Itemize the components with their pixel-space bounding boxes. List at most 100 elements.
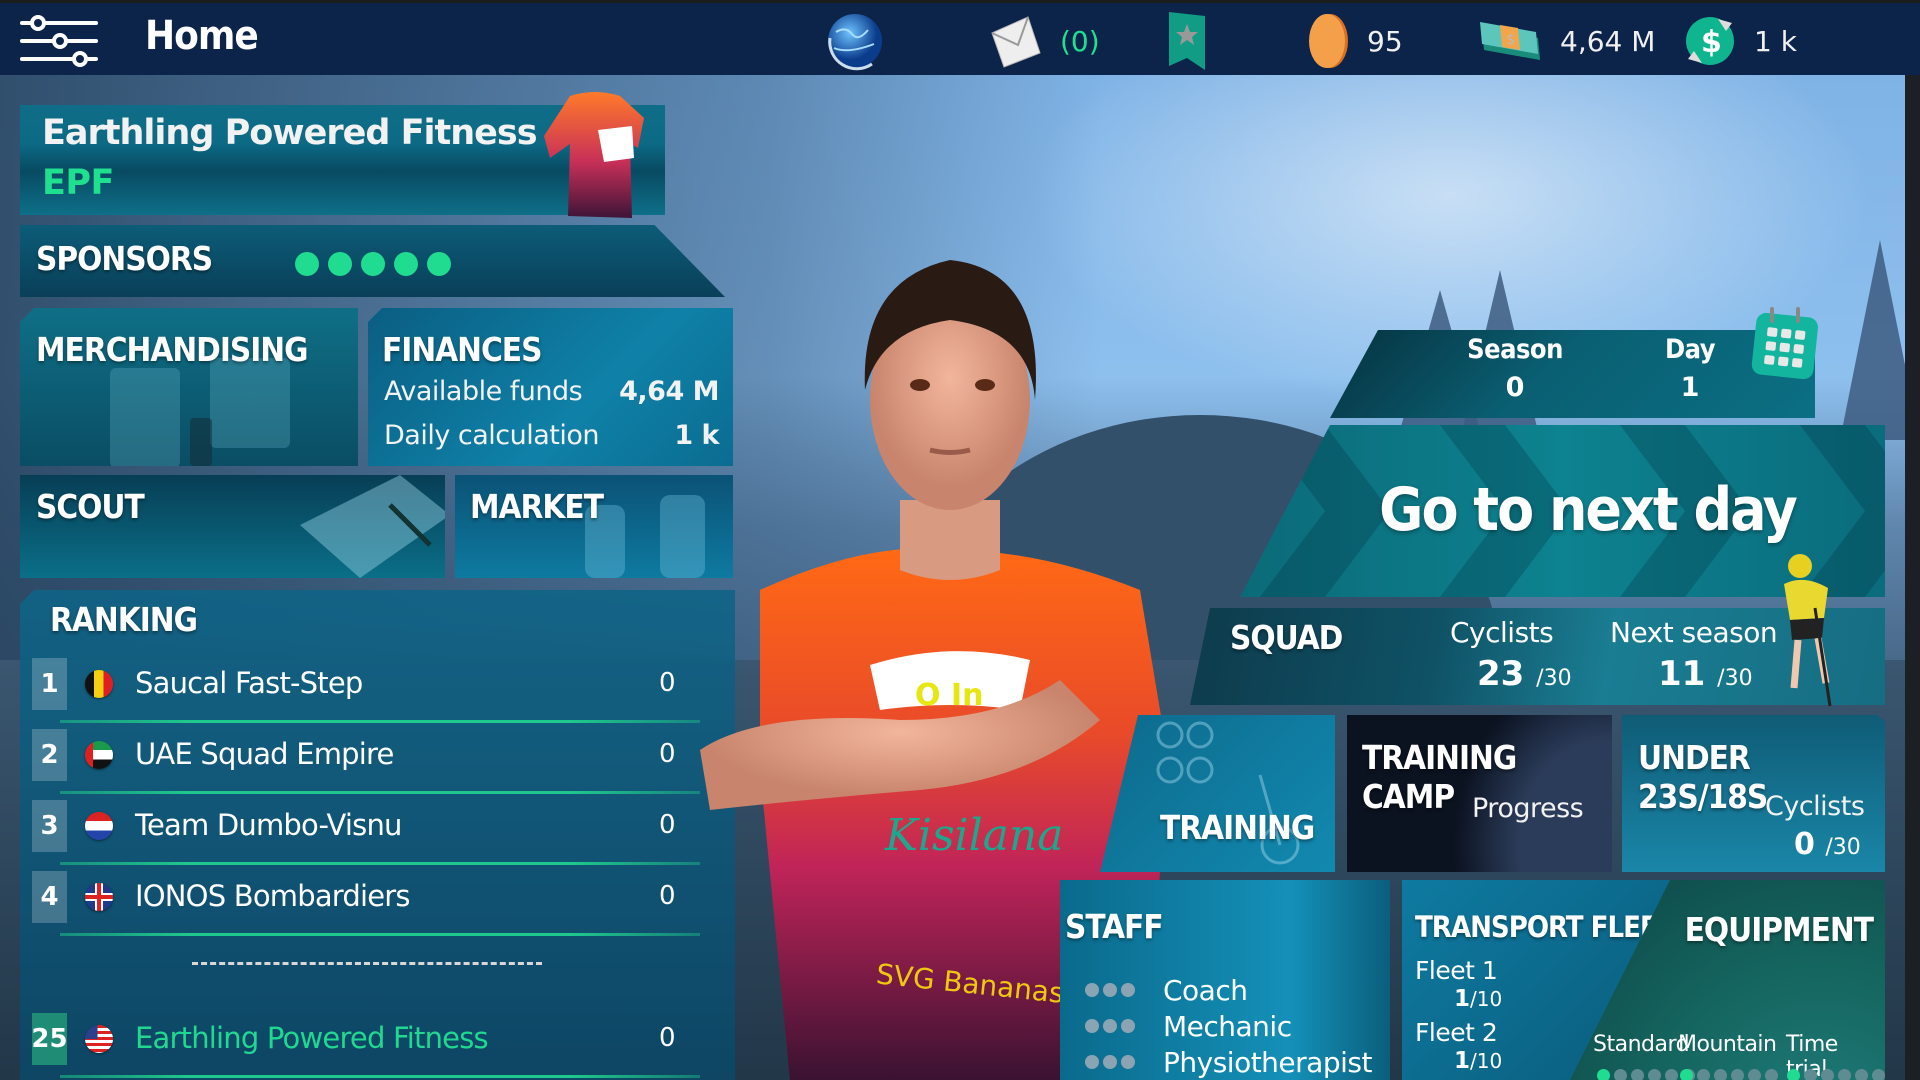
globe-icon xyxy=(828,14,882,71)
sponsor-rating-dot xyxy=(427,252,451,276)
own-team-ranking-row[interactable]: 25 Earthling Powered Fitness 0 xyxy=(31,1013,722,1067)
cyclist-image xyxy=(1784,554,1832,707)
training-camp-progress-label: Progress xyxy=(1472,793,1584,824)
funds-display[interactable]: $ 4,64 M xyxy=(1478,11,1655,71)
right-edge-strip xyxy=(1905,75,1920,1080)
funds-value: 4,64 M xyxy=(1560,24,1656,58)
ranking-panel[interactable]: RANKING 1 Saucal Fast-Step 0 2 UAE Squad… xyxy=(20,590,735,1080)
coins-display[interactable]: 95 xyxy=(1305,11,1403,71)
rank-number: 4 xyxy=(32,871,67,923)
cyclists-value: 23 xyxy=(1477,654,1525,694)
daily-income-display[interactable]: $ 1 k xyxy=(1682,11,1797,71)
staff-role: Mechanic xyxy=(1163,1009,1292,1043)
equipment-level-dot xyxy=(1714,1069,1727,1080)
globe-button[interactable] xyxy=(822,11,888,71)
daily-calculation-label: Daily calculation xyxy=(384,420,600,451)
staff-row-mechanic: Mechanic xyxy=(1085,1008,1292,1044)
market-panel[interactable]: MARKET xyxy=(455,475,733,578)
favorites-button[interactable] xyxy=(1165,11,1209,71)
fleet-1-max: /10 xyxy=(1470,987,1503,1011)
team-points: 0 xyxy=(659,881,676,911)
equipment-level-dot xyxy=(1731,1069,1744,1080)
team-name: IONOS Bombardiers xyxy=(135,879,411,913)
equipment-level-dot xyxy=(1838,1069,1851,1080)
menu-sliders-icon[interactable] xyxy=(20,15,98,67)
next-season-max: /30 xyxy=(1717,666,1753,691)
next-season-count: 11 /30 xyxy=(1658,654,1753,694)
staff-panel[interactable]: STAFF Coach Mechanic Physiotherapist xyxy=(1060,880,1390,1080)
day-value: 1 xyxy=(1680,372,1700,403)
team-points: 0 xyxy=(659,810,676,840)
own-rank-number: 25 xyxy=(31,1013,68,1065)
svg-text:Kisilana: Kisilana xyxy=(884,810,1063,861)
ranking-row[interactable]: 1 Saucal Fast-Step 0 xyxy=(32,658,722,712)
coin-icon xyxy=(1309,14,1348,68)
fleet-1-value: 1 xyxy=(1454,986,1471,1012)
next-season-label: Next season xyxy=(1610,616,1778,649)
sponsor-rating-dot xyxy=(361,252,385,276)
cyclists-max: /30 xyxy=(1536,666,1572,691)
team-jersey-icon[interactable] xyxy=(540,88,650,223)
available-funds-label: Available funds xyxy=(384,376,583,407)
staff-row-physiotherapist: Physiotherapist xyxy=(1085,1044,1372,1080)
equipment-level-dot xyxy=(1748,1069,1761,1080)
envelope-icon xyxy=(991,16,1041,68)
clipboard-image xyxy=(300,475,445,578)
row-divider xyxy=(60,933,700,936)
under-23-panel[interactable]: UNDER 23S/18S Cyclists 0 /30 xyxy=(1622,715,1885,872)
squad-title: SQUAD xyxy=(1230,618,1343,657)
messages-button[interactable]: (0) xyxy=(988,11,1100,71)
ranking-row[interactable]: 4 IONOS Bombardiers 0 xyxy=(32,871,722,925)
transport-fleet-title: TRANSPORT FLEET xyxy=(1415,910,1675,944)
training-panel[interactable]: TRAINING xyxy=(1100,715,1335,872)
training-title: TRAINING xyxy=(1160,808,1315,847)
staff-level xyxy=(1085,1019,1149,1033)
calendar-icon[interactable] xyxy=(1750,305,1820,380)
sponsor-rating-dot xyxy=(328,252,352,276)
sponsor-rating xyxy=(295,252,451,276)
fleet-1-count: 1/10 xyxy=(1454,986,1502,1012)
cyclists-count: 23 /30 xyxy=(1477,654,1572,694)
sponsor-rating-dot xyxy=(394,252,418,276)
finances-panel[interactable]: FINANCES Available funds 4,64 M Daily ca… xyxy=(368,308,733,466)
row-divider xyxy=(60,1075,700,1078)
flag-netherlands-icon xyxy=(85,812,113,840)
equipment-time-trial-level xyxy=(1787,1069,1885,1080)
messages-count: (0) xyxy=(1060,24,1100,58)
season-value: 0 xyxy=(1505,372,1525,403)
page-title: Home xyxy=(145,13,259,59)
fleet-2-count: 1/10 xyxy=(1454,1048,1502,1074)
team-name: Team Dumbo-Visnu xyxy=(135,808,402,842)
svg-text:O In: O In xyxy=(915,678,983,713)
rank-number: 2 xyxy=(32,729,67,781)
merchandising-panel[interactable]: MERCHANDISING xyxy=(20,308,358,466)
equipment-level-dot xyxy=(1821,1069,1834,1080)
fleet-2-value: 1 xyxy=(1454,1048,1471,1074)
own-team-points: 0 xyxy=(659,1023,676,1053)
equipment-level-dot xyxy=(1597,1069,1610,1080)
equipment-level-dot xyxy=(1804,1069,1817,1080)
season-day-panel[interactable]: Season 0 Day 1 xyxy=(1330,330,1815,418)
sponsor-rating-dot xyxy=(295,252,319,276)
scout-panel[interactable]: SCOUT xyxy=(20,475,445,578)
sponsors-panel[interactable]: SPONSORS xyxy=(20,225,725,297)
next-season-value: 11 xyxy=(1658,654,1706,694)
ranking-row[interactable]: 2 UAE Squad Empire 0 xyxy=(32,729,722,783)
cyclists-label: Cyclists xyxy=(1450,616,1554,649)
equipment-level-dot xyxy=(1765,1069,1778,1080)
ranking-row[interactable]: 3 Team Dumbo-Visnu 0 xyxy=(32,800,722,854)
training-camp-panel[interactable]: TRAINING CAMP Progress xyxy=(1347,715,1612,872)
market-title: MARKET xyxy=(470,487,604,526)
equipment-level-dot xyxy=(1787,1069,1800,1080)
team-points: 0 xyxy=(659,739,676,769)
team-abbreviation: EPF xyxy=(42,163,114,203)
flag-uae-icon xyxy=(85,741,113,769)
cash-icon: $ xyxy=(1480,22,1540,60)
team-name: Earthling Powered Fitness xyxy=(42,113,538,153)
equipment-level-dot xyxy=(1665,1069,1678,1080)
scout-title: SCOUT xyxy=(36,487,145,526)
staff-level xyxy=(1085,983,1149,997)
own-team-name: Earthling Powered Fitness xyxy=(135,1021,489,1055)
staff-role: Coach xyxy=(1163,973,1248,1007)
team-name: Saucal Fast-Step xyxy=(135,666,363,700)
